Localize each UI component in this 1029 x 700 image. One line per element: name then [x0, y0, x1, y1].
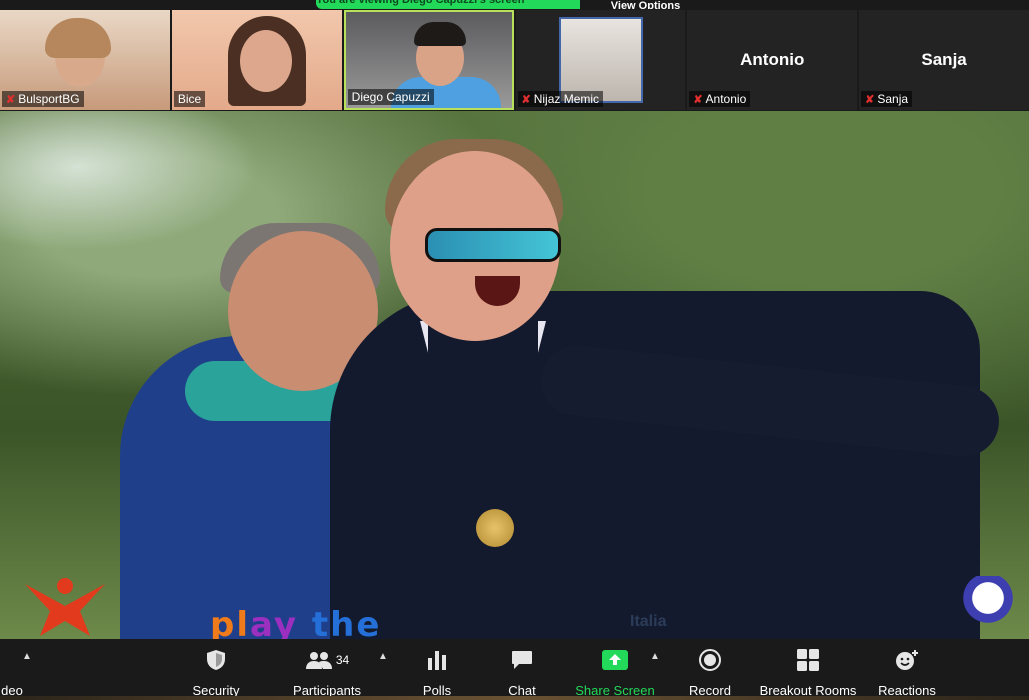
mascot-logo-icon [958, 576, 1018, 631]
sunglasses [425, 228, 561, 262]
reactions-button[interactable]: Reactions [875, 639, 939, 700]
participant-name-label: ✘ Sanja [861, 91, 913, 107]
participant-gallery: ✘ BulsportBG Bice Diego Capuzzi ✘ Nijaz … [0, 10, 1029, 110]
polls-button[interactable]: Polls [417, 639, 457, 700]
chat-icon [511, 648, 533, 672]
participant-name-label: ✘ Antonio [689, 91, 751, 107]
security-button[interactable]: Security [186, 639, 246, 700]
participants-button[interactable]: 34 Participants [287, 639, 367, 700]
background-sky [0, 111, 260, 251]
participants-count: 34 [335, 653, 350, 667]
participant-tile[interactable]: ✘ BulsportBG [0, 10, 170, 110]
meeting-toolbar: deo ▲ Security 34 Participants ▲ Polls C… [0, 639, 1029, 700]
view-options-button[interactable]: View Options [580, 0, 711, 9]
chat-button[interactable]: Chat [502, 639, 542, 700]
video-button[interactable]: deo [0, 639, 32, 700]
share-options-caret[interactable]: ▲ [650, 651, 660, 662]
gold-medal [476, 509, 514, 547]
participants-options-caret[interactable]: ▲ [378, 651, 388, 662]
screen-share-banner: You are viewing Diego Capuzzi's screen V… [316, 0, 711, 9]
viewing-message: You are viewing Diego Capuzzi's screen [316, 0, 580, 9]
reactions-icon [895, 648, 919, 672]
video-options-caret[interactable]: ▲ [22, 651, 32, 662]
shield-icon [206, 648, 226, 672]
participant-name-label: Bice [173, 91, 206, 107]
participant-tile-active-speaker[interactable]: Diego Capuzzi [343, 10, 514, 110]
participant-hair [413, 22, 466, 46]
participant-display-name: Antonio [740, 50, 805, 69]
record-icon [699, 648, 721, 672]
breakout-rooms-icon [797, 648, 819, 672]
participant-tile[interactable]: ✘ Nijaz Memic [515, 10, 686, 110]
participants-icon [305, 652, 332, 669]
mic-muted-icon: ✘ [6, 93, 16, 106]
runner-logo-icon [25, 578, 105, 636]
participant-tile[interactable]: Sanja ✘ Sanja [859, 10, 1029, 110]
event-logo-italia: Italia [630, 613, 667, 630]
polls-icon [427, 648, 447, 672]
share-screen-button[interactable]: Share Screen [575, 639, 655, 700]
event-logo-text: play the [210, 605, 382, 639]
share-screen-icon [602, 648, 628, 672]
participant-face [239, 30, 292, 92]
participant-name-label: Diego Capuzzi [347, 89, 434, 105]
mic-muted-icon: ✘ [521, 93, 531, 106]
mic-muted-icon: ✘ [693, 93, 703, 106]
window-bottom-edge [0, 696, 1029, 700]
participant-tile[interactable]: Bice [171, 10, 342, 110]
participant-name-label: ✘ Nijaz Memic [517, 91, 604, 107]
participant-display-name: Sanja [921, 50, 967, 69]
record-button[interactable]: Record [685, 639, 735, 700]
breakout-rooms-button[interactable]: Breakout Rooms [758, 639, 858, 700]
participant-name-label: ✘ BulsportBG [2, 91, 84, 107]
participant-tile[interactable]: Antonio ✘ Antonio [687, 10, 858, 110]
mic-muted-icon: ✘ [865, 93, 875, 106]
shared-screen-view[interactable]: play the Italia [0, 111, 1029, 639]
